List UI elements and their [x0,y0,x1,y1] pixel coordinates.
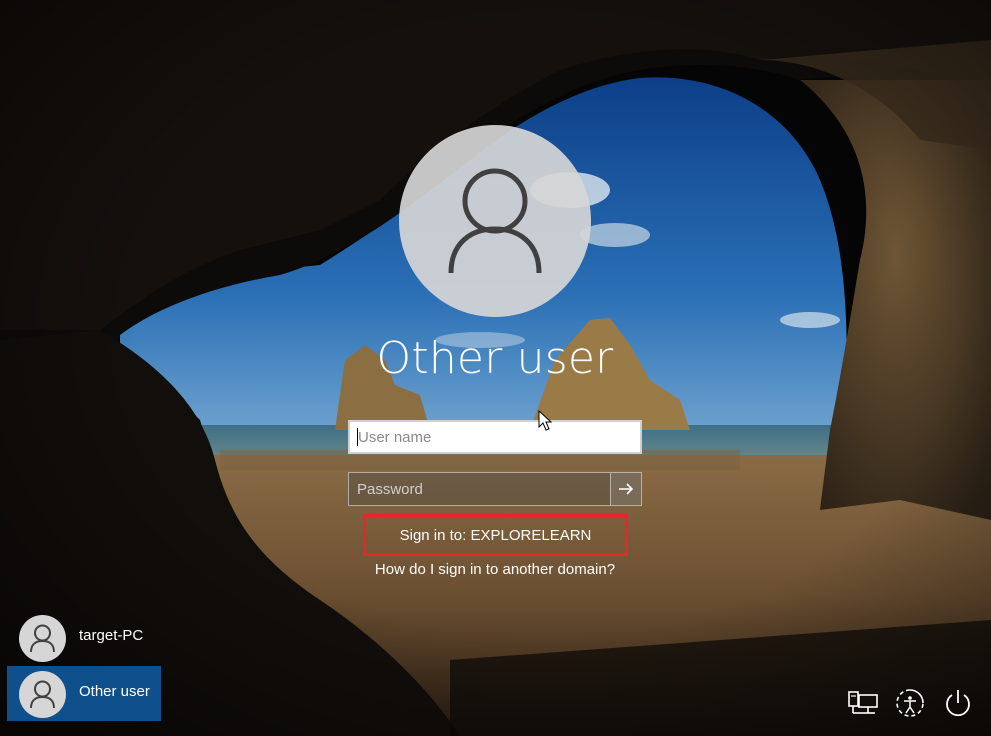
power-button[interactable] [941,686,975,720]
sign-in-domain-text: Sign in to: EXPLORELEARN [399,526,592,544]
person-icon [30,624,55,653]
network-button[interactable] [846,686,880,720]
user-avatar-large [399,125,591,317]
user-tile-target-pc[interactable]: target-PC [7,610,161,665]
person-icon [448,168,542,274]
user-avatar-small [19,615,66,662]
user-display-name: Other user [376,333,614,384]
user-tile-other-user[interactable]: Other user [7,666,161,721]
person-icon [30,680,55,709]
ease-of-access-icon [896,689,924,717]
network-icon [848,691,878,714]
domain-help-link[interactable]: How do I sign in to another domain? [345,561,645,578]
text-caret [357,428,358,446]
sign-in-domain-box: Sign in to: EXPLORELEARN [363,514,628,556]
password-input[interactable] [348,472,610,506]
ease-of-access-button[interactable] [893,686,927,720]
lock-screen: Other user Sign in to: EXPLORELEARN How … [0,0,991,736]
user-tile-label: target-PC [79,627,144,644]
username-input[interactable] [348,420,642,454]
power-icon [946,690,970,717]
mouse-cursor-icon [538,410,553,431]
user-tile-label: Other user [79,683,150,700]
submit-button[interactable] [610,472,642,506]
arrow-right-icon [619,483,634,495]
user-avatar-small [19,671,66,718]
